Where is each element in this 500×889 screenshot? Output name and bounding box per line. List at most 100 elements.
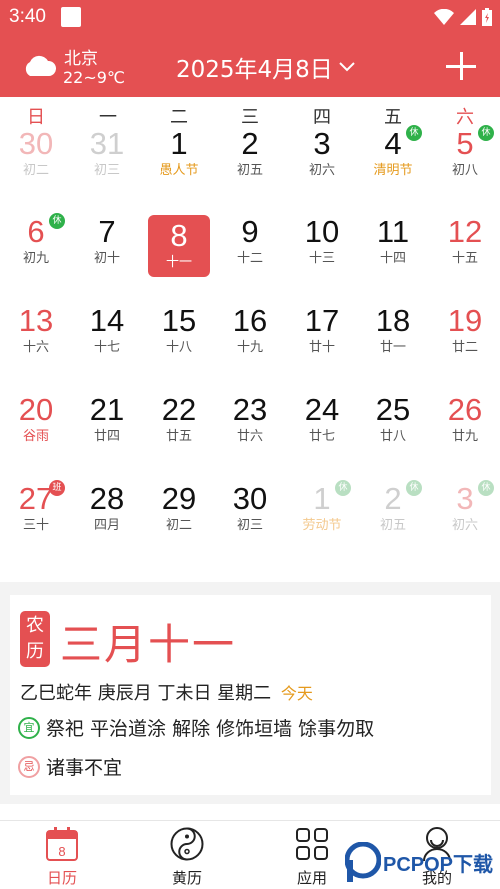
lunar-day: 十五 [451, 251, 478, 266]
calendar-day[interactable]: 12 十五 [434, 215, 496, 277]
lunar-day: 四月 [93, 518, 120, 533]
lunar-day: 十六 [22, 340, 49, 355]
calendar-day[interactable]: 9 十二 [219, 215, 281, 277]
calendar-day[interactable]: 7 初十 [76, 215, 138, 277]
tab-label-almanac: 黄历 [171, 869, 202, 887]
lunar-day: 廿一 [379, 340, 406, 355]
avoid-row: 忌 诸事不宜 [18, 753, 122, 780]
calendar-day[interactable]: 1 劳动节休 [291, 480, 353, 544]
calendar-day[interactable]: 6 初九休 [5, 213, 67, 277]
tab-apps[interactable]: 应用 [272, 827, 352, 888]
status-bar: 3:40 [0, 0, 500, 36]
notification-icon [61, 7, 81, 27]
calendar-day[interactable]: 23 廿六 [219, 393, 281, 455]
calendar-day[interactable]: 28 四月 [76, 482, 138, 544]
watermark-logo: PCPOP下载 [345, 842, 500, 886]
temperature: 22~9℃ [63, 68, 125, 87]
calendar-day[interactable]: 16 十九 [219, 304, 281, 366]
calendar-day[interactable]: 30 初二 [5, 127, 67, 189]
calendar-day[interactable]: 26 廿九 [434, 393, 496, 455]
calendar-day[interactable]: 13 十六 [5, 304, 67, 366]
lunar-day: 十八 [165, 340, 192, 355]
avoid-text: 诸事不宜 [46, 757, 123, 779]
lunar-day: 初九 [22, 251, 49, 266]
calendar-day[interactable]: 14 十七 [76, 304, 138, 366]
day-number: 30 [232, 481, 268, 516]
day-number: 28 [89, 481, 125, 516]
calendar-day[interactable]: 15 十八 [148, 304, 210, 366]
holiday-badge: 休 [478, 125, 494, 141]
calendar-day-today[interactable]: 8 十一 [148, 215, 210, 277]
lunar-day: 十二 [236, 251, 263, 266]
ganzhi-text: 乙巳蛇年 庚辰月 丁未日 星期二 [20, 683, 272, 704]
lunar-day: 初三 [236, 518, 263, 533]
holiday-badge: 休 [49, 213, 65, 229]
day-number: 25 [375, 392, 411, 427]
calendar-day[interactable]: 2 初五休 [362, 480, 424, 544]
calendar-day[interactable]: 3 初六 [291, 127, 353, 189]
day-number: 16 [232, 303, 268, 338]
calendar-day[interactable]: 1 愚人节 [148, 127, 210, 189]
current-date: 2025年4月8日 [176, 57, 333, 83]
tab-label-calendar: 日历 [46, 869, 77, 887]
calendar-day[interactable]: 18 廿一 [362, 304, 424, 366]
lunar-day: 十一 [165, 255, 192, 270]
calendar-day[interactable]: 3 初六休 [434, 480, 496, 544]
day-number: 8 [170, 218, 188, 253]
lunar-date: 三月十一 [60, 620, 237, 669]
battery-icon [482, 8, 492, 26]
day-number: 22 [161, 392, 197, 427]
chevron-down-icon [339, 62, 355, 72]
ganzhi-line: 乙巳蛇年 庚辰月 丁未日 星期二 今天 [20, 679, 313, 705]
day-number: 15 [161, 303, 197, 338]
calendar-day[interactable]: 2 初五 [219, 127, 281, 189]
lunar-day: 初二 [22, 163, 49, 178]
day-number: 13 [18, 303, 54, 338]
calendar-day[interactable]: 20 谷雨 [5, 393, 67, 455]
lunar-day: 廿八 [379, 429, 406, 444]
day-number: 29 [161, 481, 197, 516]
lunar-day: 初五 [236, 163, 263, 178]
status-time: 3:40 [9, 6, 46, 27]
calendar-day[interactable]: 5 初八休 [434, 125, 496, 189]
calendar-day[interactable]: 10 十三 [291, 215, 353, 277]
calendar-day[interactable]: 4 清明节休 [362, 125, 424, 189]
calendar-day[interactable]: 19 廿二 [434, 304, 496, 366]
calendar-day[interactable]: 11 十四 [362, 215, 424, 277]
date-selector[interactable]: 2025年4月8日 [176, 50, 355, 84]
calendar-day[interactable]: 31 初三 [76, 127, 138, 189]
plus-icon[interactable] [446, 52, 476, 80]
calendar-day[interactable]: 17 廿十 [291, 304, 353, 366]
calendar-day[interactable]: 27 三十班 [5, 480, 67, 544]
day-number: 12 [447, 214, 483, 249]
calendar-icon-day: 8 [58, 844, 65, 859]
calendar-day[interactable]: 22 廿五 [148, 393, 210, 455]
day-number: 26 [447, 392, 483, 427]
day-number: 9 [241, 214, 259, 249]
watermark-text: PCPOP下载 [383, 854, 494, 876]
day-detail-card[interactable]: 农历 三月十一 乙巳蛇年 庚辰月 丁未日 星期二 今天 宜 祭祀 平治道涂 解除… [10, 595, 491, 795]
calendar-day[interactable]: 21 廿四 [76, 393, 138, 455]
tab-calendar[interactable]: 8 日历 [22, 827, 102, 888]
lunar-day: 廿九 [451, 429, 478, 444]
apps-grid-icon [296, 828, 328, 860]
lunar-day: 谷雨 [22, 429, 49, 444]
calendar-day[interactable]: 25 廿八 [362, 393, 424, 455]
day-number: 3 [313, 126, 331, 161]
lunar-day: 愚人节 [159, 163, 199, 178]
lunar-day: 初八 [451, 163, 478, 178]
calendar-day[interactable]: 29 初二 [148, 482, 210, 544]
day-number: 10 [304, 214, 340, 249]
day-number: 17 [304, 303, 340, 338]
calendar-icon: 8 [46, 827, 78, 861]
holiday-badge: 休 [335, 480, 351, 496]
lunar-day: 廿十 [308, 340, 335, 355]
tab-almanac[interactable]: 黄历 [147, 827, 227, 888]
watermark-p-icon [345, 842, 381, 882]
lunar-day: 廿六 [236, 429, 263, 444]
lunar-day: 初十 [93, 251, 120, 266]
yi-icon: 宜 [18, 716, 40, 739]
next-card-peek [0, 804, 500, 820]
calendar-day[interactable]: 30 初三 [219, 482, 281, 544]
calendar-day[interactable]: 24 廿七 [291, 393, 353, 455]
